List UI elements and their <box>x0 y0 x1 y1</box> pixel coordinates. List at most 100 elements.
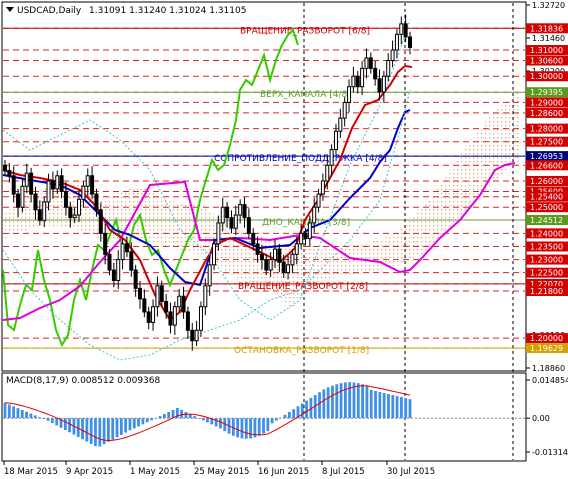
price-marker-label: 1.28000 <box>530 125 563 134</box>
macd-bar <box>42 418 46 419</box>
candle-body <box>329 149 334 166</box>
candle-body <box>342 101 347 119</box>
macd-bar <box>266 418 270 432</box>
macd-bar <box>137 418 140 427</box>
candle-body <box>281 261 286 274</box>
date-label: 18 Mar 2015 <box>4 467 58 477</box>
macd-bar <box>98 418 102 447</box>
macd-bar <box>7 404 11 419</box>
macd-bar <box>287 412 291 419</box>
macd-bar <box>141 418 145 425</box>
price-marker: 1.25400 <box>526 191 568 202</box>
price-marker-label: 1.24000 <box>530 229 563 238</box>
price-marker-label: 1.26953 <box>530 152 563 161</box>
candle-body <box>220 206 225 224</box>
candle-body <box>303 232 308 240</box>
price-marker-label: 1.31836 <box>530 24 563 33</box>
price-marker: 1.28000 <box>526 123 568 134</box>
candle-body <box>364 57 369 69</box>
candle-body <box>129 251 134 271</box>
macd-bar <box>111 418 115 440</box>
candle-body <box>11 175 16 195</box>
usdcad-chart[interactable]: ВРАЩЕНИЕ_РАЗВОРОТ [6/8] ВЕРХ_КАНАЛА [4/8]… <box>0 0 568 479</box>
macd-bar <box>292 409 296 419</box>
macd-bar <box>275 418 278 421</box>
price-marker: 1.21800 <box>526 286 568 296</box>
candle-body <box>386 60 391 77</box>
candle-body <box>77 198 82 216</box>
candle-body <box>177 295 182 308</box>
macd-bar <box>387 394 390 419</box>
level-label: ОСТАНОВКА_РАЗВОРОТ [1/8] <box>234 346 369 356</box>
macd-bar <box>20 409 24 419</box>
candle-body <box>216 222 221 245</box>
macd-bar <box>38 417 41 419</box>
candle-body <box>198 306 203 331</box>
macd-bar <box>283 414 287 419</box>
candle-body <box>299 232 304 245</box>
candle-body <box>72 214 77 219</box>
macd-bar <box>339 383 343 419</box>
macd-bar <box>33 415 37 419</box>
price-marker-label: 1.26000 <box>530 177 563 186</box>
candle-body <box>225 206 230 219</box>
macd-bar <box>300 403 304 419</box>
price-marker-label: 1.29395 <box>530 88 563 97</box>
macd-bar <box>68 418 72 433</box>
candle-body <box>408 36 412 48</box>
candle-body <box>268 259 273 271</box>
candle-body <box>264 259 269 271</box>
price-marker: 1.23000 <box>526 254 568 265</box>
date-label: 8 Jul 2015 <box>322 467 365 477</box>
candle-body <box>159 285 164 302</box>
candle-body <box>259 253 264 261</box>
macd-bar <box>399 397 403 419</box>
candle-body <box>294 243 299 255</box>
price-marker: 1.30000 <box>526 71 568 82</box>
candle-body <box>233 214 238 229</box>
macd-bar <box>167 412 171 419</box>
candle-body <box>146 311 151 323</box>
macd-bar <box>16 408 20 419</box>
price-marker-label: 1.24512 <box>530 216 563 225</box>
candle-body <box>277 248 282 263</box>
macd-bar <box>305 400 308 419</box>
candle-body <box>286 264 291 274</box>
macd-bar <box>197 418 201 419</box>
macd-bar <box>352 382 356 419</box>
macd-bar <box>214 418 218 427</box>
macd-bar <box>326 387 330 419</box>
candle-body <box>63 190 68 208</box>
macd-bar <box>154 418 158 419</box>
candle-body <box>151 306 156 323</box>
candle-body <box>207 264 212 287</box>
candle-body <box>155 285 160 308</box>
candle-body <box>390 49 395 62</box>
candle-body <box>312 206 317 224</box>
macd-bar <box>369 389 373 419</box>
macd-bar <box>378 391 382 419</box>
macd-bar <box>391 395 395 419</box>
macd-bar <box>240 418 244 439</box>
macd-bar <box>124 418 128 433</box>
candle-body <box>351 75 356 88</box>
candle-body <box>325 164 330 182</box>
candle-body <box>194 329 199 342</box>
candle-body <box>29 172 34 195</box>
price-marker-label: 1.29000 <box>530 98 563 107</box>
candle-body <box>181 295 186 313</box>
candle-body <box>355 75 360 88</box>
symbol-timeframe: USDCAD,Daily <box>17 6 82 16</box>
candle-body <box>320 180 325 195</box>
candle-body <box>238 204 243 216</box>
macd-bar <box>408 399 412 419</box>
macd-bar <box>55 418 59 426</box>
candle-body <box>373 67 378 80</box>
macd-bar <box>46 418 50 421</box>
price-marker: 1.20000 <box>526 333 568 344</box>
chart-background <box>0 0 568 479</box>
candle-body <box>273 248 277 261</box>
macd-bar <box>94 418 97 447</box>
macd-bar <box>29 413 33 419</box>
candle-body <box>81 185 86 200</box>
